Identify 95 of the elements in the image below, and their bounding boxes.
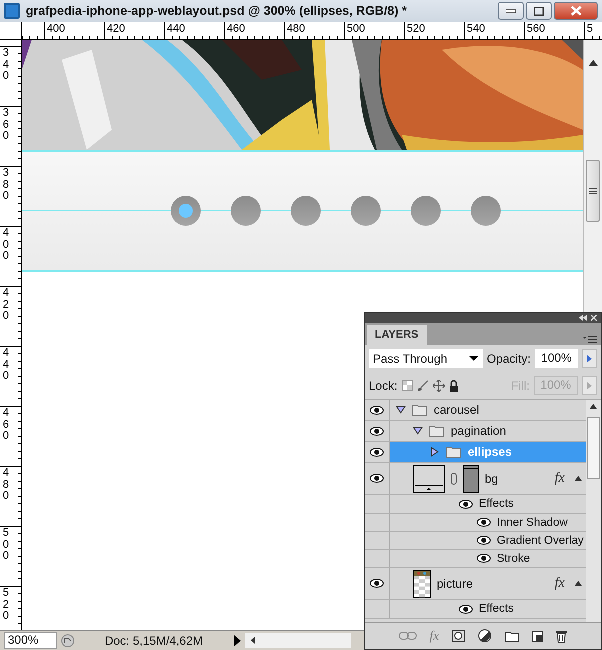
ruler-label: 400	[3, 228, 10, 263]
brush-icon[interactable]	[416, 380, 429, 392]
eye-icon[interactable]	[477, 536, 491, 545]
eye-icon[interactable]	[370, 426, 384, 436]
play-icon	[587, 382, 592, 390]
layer-row[interactable]: picture fx	[390, 568, 586, 599]
maximize-button[interactable]	[526, 2, 552, 20]
opacity-slider-button[interactable]	[582, 349, 597, 368]
opacity-label: Opacity:	[487, 352, 532, 366]
lock-transparency-icon[interactable]	[402, 380, 413, 391]
minimize-icon	[506, 9, 516, 13]
close-button[interactable]	[554, 2, 598, 20]
eye-icon[interactable]	[370, 406, 384, 414]
effects-label: Effects	[479, 603, 514, 615]
opacity-field[interactable]: 100%	[535, 349, 578, 368]
effects-caret-icon[interactable]	[575, 476, 582, 481]
folder-icon	[429, 424, 445, 438]
effects-caret-icon[interactable]	[575, 581, 582, 586]
eye-icon[interactable]	[477, 554, 491, 563]
layer-row[interactable]: bg fx	[390, 463, 586, 494]
ruler-label: 480	[287, 24, 306, 35]
eye-icon[interactable]	[459, 500, 473, 508]
fill-slider-button[interactable]	[582, 376, 597, 395]
adjustment-icon[interactable]	[478, 629, 492, 643]
ruler-label: 460	[3, 408, 10, 443]
eye-icon[interactable]	[459, 604, 473, 614]
ruler-label: 440	[3, 348, 10, 383]
lock-icon[interactable]	[448, 380, 459, 392]
ruler-label: 520	[3, 588, 10, 623]
lock-label: Lock:	[369, 378, 398, 392]
eye-icon[interactable]	[370, 448, 384, 456]
eye-icon[interactable]	[370, 474, 384, 483]
app-icon	[4, 3, 20, 19]
collapse-triangle-icon[interactable]	[430, 447, 440, 457]
layer-thumbnail	[413, 570, 431, 598]
ruler-label: 540	[467, 24, 486, 35]
folder-icon	[412, 404, 428, 416]
horizontal-scrollbar[interactable]	[245, 633, 351, 648]
layers-tab[interactable]: LAYERS	[367, 325, 427, 345]
collapse-icon[interactable]	[579, 315, 587, 321]
layer-thumbnail	[413, 464, 445, 492]
ruler-origin[interactable]	[0, 22, 22, 40]
new-layer-icon[interactable]	[532, 630, 544, 642]
maximize-icon	[534, 6, 544, 16]
status-icon[interactable]	[61, 634, 75, 648]
ruler-label: 440	[167, 24, 186, 35]
blend-mode-dropdown[interactable]: Pass Through	[369, 349, 483, 368]
play-icon	[587, 354, 592, 362]
menu-arrow-icon[interactable]	[233, 634, 241, 646]
ruler-label: 520	[407, 24, 426, 35]
layers-scrollbar[interactable]	[586, 400, 601, 622]
layer-row[interactable]: carousel	[390, 400, 586, 420]
scroll-thumb[interactable]	[587, 417, 600, 479]
expand-triangle-icon[interactable]	[413, 426, 423, 436]
effect-name: Inner Shadow	[497, 516, 568, 528]
ruler-label: 360	[3, 108, 10, 143]
layer-row[interactable]: pagination	[390, 421, 586, 441]
ruler-label: 460	[227, 24, 246, 35]
ruler-label: 500	[347, 24, 366, 35]
document-size: Doc: 5,15M/4,62M	[104, 634, 204, 648]
scroll-up-icon[interactable]	[588, 60, 598, 66]
trash-icon[interactable]	[556, 630, 568, 642]
link-icon	[451, 472, 457, 484]
zoom-field[interactable]: 300%	[4, 632, 57, 649]
scroll-up-icon[interactable]	[590, 404, 597, 409]
ruler-label: 400	[47, 24, 66, 35]
ruler-label: 420	[3, 288, 10, 323]
close-icon	[570, 6, 582, 16]
ruler-label: 420	[107, 24, 126, 35]
fx-label: fx	[554, 470, 565, 486]
close-icon[interactable]	[591, 315, 597, 321]
minimize-button[interactable]	[498, 2, 524, 20]
ruler-label: 340	[3, 48, 10, 83]
eye-icon[interactable]	[370, 579, 384, 588]
ruler-label: 380	[3, 168, 10, 203]
window-title: grafpedia-iphone-app-weblayout.psd @ 300% (ellipses, RGB/8) *	[26, 4, 408, 18]
scroll-thumb[interactable]	[586, 160, 600, 222]
ruler-label: 500	[3, 528, 10, 563]
eye-icon[interactable]	[477, 518, 491, 527]
mask-icon[interactable]	[452, 630, 466, 642]
effect-name: Stroke	[497, 552, 530, 564]
grip-icon	[589, 188, 597, 194]
caret-icon	[469, 356, 479, 361]
ruler-label: 560	[527, 24, 546, 35]
ruler-label: 5	[587, 24, 594, 35]
mask-thumbnail	[463, 464, 479, 492]
expand-triangle-icon[interactable]	[396, 405, 406, 415]
panel-menu-icon[interactable]	[583, 336, 597, 345]
folder-icon	[446, 446, 462, 458]
move-icon[interactable]	[432, 380, 445, 392]
fx-label: fx	[554, 576, 565, 592]
scroll-left-icon[interactable]	[251, 637, 255, 644]
effect-name: Gradient Overlay	[497, 534, 584, 546]
effects-label: Effects	[479, 498, 514, 510]
ruler-label: 480	[3, 468, 10, 503]
